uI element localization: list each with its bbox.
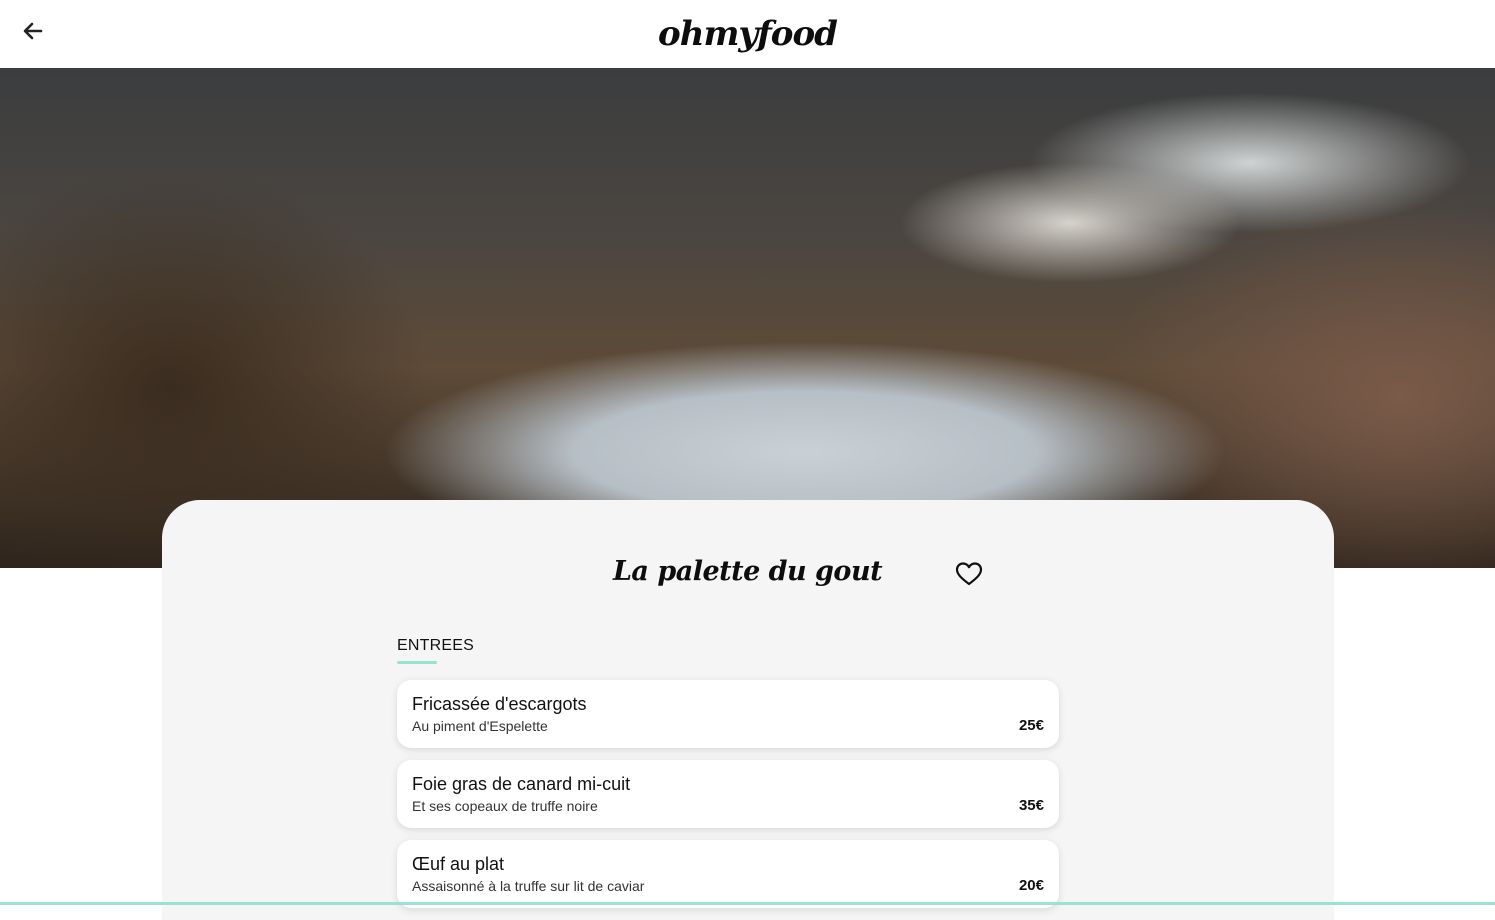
arrow-left-icon bbox=[23, 22, 43, 40]
menu-item-price: 25€ bbox=[1018, 717, 1044, 734]
menu-item-description: Et ses copeaux de truffe noire bbox=[412, 798, 598, 814]
menu-item[interactable]: Foie gras de canard mi-cuit Et ses copea… bbox=[397, 760, 1059, 828]
menu-item[interactable]: Fricassée d'escargots Au piment d'Espele… bbox=[397, 680, 1059, 748]
heart-outline-icon bbox=[955, 562, 983, 586]
menu-item-description: Au piment d'Espelette bbox=[412, 718, 548, 734]
app-header: ohmyfood bbox=[0, 0, 1495, 68]
restaurant-hero-image bbox=[0, 68, 1495, 568]
menu-item-name: Œuf au plat bbox=[412, 854, 505, 874]
section-title-entrees: ENTREES bbox=[397, 637, 474, 654]
back-button[interactable] bbox=[18, 16, 48, 46]
menu-item-price: 20€ bbox=[1018, 877, 1044, 894]
favorite-button[interactable] bbox=[955, 561, 987, 589]
app-logo[interactable]: ohmyfood bbox=[658, 14, 838, 54]
menu-item[interactable]: Œuf au plat Assaisonné à la truffe sur l… bbox=[397, 840, 1059, 908]
menu-item-name: Foie gras de canard mi-cuit bbox=[412, 774, 631, 794]
section-underline bbox=[397, 661, 437, 664]
menu-item-price: 35€ bbox=[1018, 797, 1044, 814]
menu-item-name: Fricassée d'escargots bbox=[412, 694, 587, 714]
menu-item-description: Assaisonné à la truffe sur lit de caviar bbox=[412, 878, 645, 894]
restaurant-title: La palette du gout bbox=[612, 556, 883, 587]
